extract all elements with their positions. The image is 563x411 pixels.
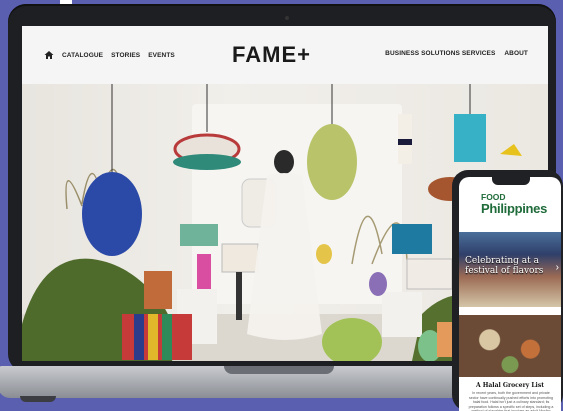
nav-business-solutions-services[interactable]: BUSINESS SOLUTIONS SERVICES — [385, 50, 495, 57]
site-logo[interactable]: FAME+ — [232, 42, 311, 68]
nav-stories[interactable]: STORIES — [111, 52, 140, 59]
green-basket — [322, 318, 382, 361]
laptop-foot-left — [20, 396, 56, 402]
nav-right: BUSINESS SOLUTIONS SERVICES ABOUT — [385, 50, 528, 57]
nav-catalogue[interactable]: CATALOGUE — [62, 52, 103, 59]
article-excerpt: In recent years, both the government and… — [468, 391, 554, 411]
blue-pendant-lamp — [82, 172, 142, 256]
white-table-lamp — [221, 243, 259, 273]
pink-lamp — [197, 254, 211, 289]
green-pendant-lamp — [307, 124, 357, 200]
purple-disc — [369, 272, 387, 296]
nav-events[interactable]: EVENTS — [148, 52, 175, 59]
nav-about[interactable]: ABOUT — [504, 50, 528, 57]
brand-logo-bottom[interactable]: Philippines — [481, 201, 547, 216]
camera-dot — [285, 16, 289, 20]
article-image[interactable] — [459, 315, 561, 377]
teal-band — [173, 154, 241, 170]
featured-story-image[interactable]: Celebrating at a festival of flavors › — [459, 232, 561, 307]
home-icon[interactable] — [44, 50, 54, 60]
teal-basket-lamp — [454, 114, 486, 162]
model-head — [274, 150, 294, 174]
phone-notch — [492, 177, 530, 185]
phone-screen: FOOD Philippines Celebrating at a festiv… — [459, 177, 561, 411]
mint-table-lamp — [180, 224, 218, 246]
nav-left: CATALOGUE STORIES EVENTS — [44, 50, 175, 60]
brand-logo-top[interactable]: FOOD — [481, 193, 506, 202]
chevron-right-icon[interactable]: › — [556, 262, 559, 273]
cream-table-lamp — [406, 258, 453, 290]
yellow-wall-lamp — [500, 144, 522, 156]
laptop-notch — [224, 366, 334, 374]
blue-table-lamp — [392, 224, 432, 254]
yellow-disc — [316, 244, 332, 264]
site-header: CATALOGUE STORIES EVENTS FAME+ BUSINESS … — [22, 26, 548, 84]
featured-story-headline[interactable]: Celebrating at a festival of flavors — [465, 256, 557, 276]
orange-woven-lamp — [144, 271, 172, 309]
phone-mockup: FOOD Philippines Celebrating at a festiv… — [452, 170, 563, 411]
article-title[interactable]: A Halal Grocery List — [459, 382, 561, 389]
pedestal — [382, 292, 422, 337]
